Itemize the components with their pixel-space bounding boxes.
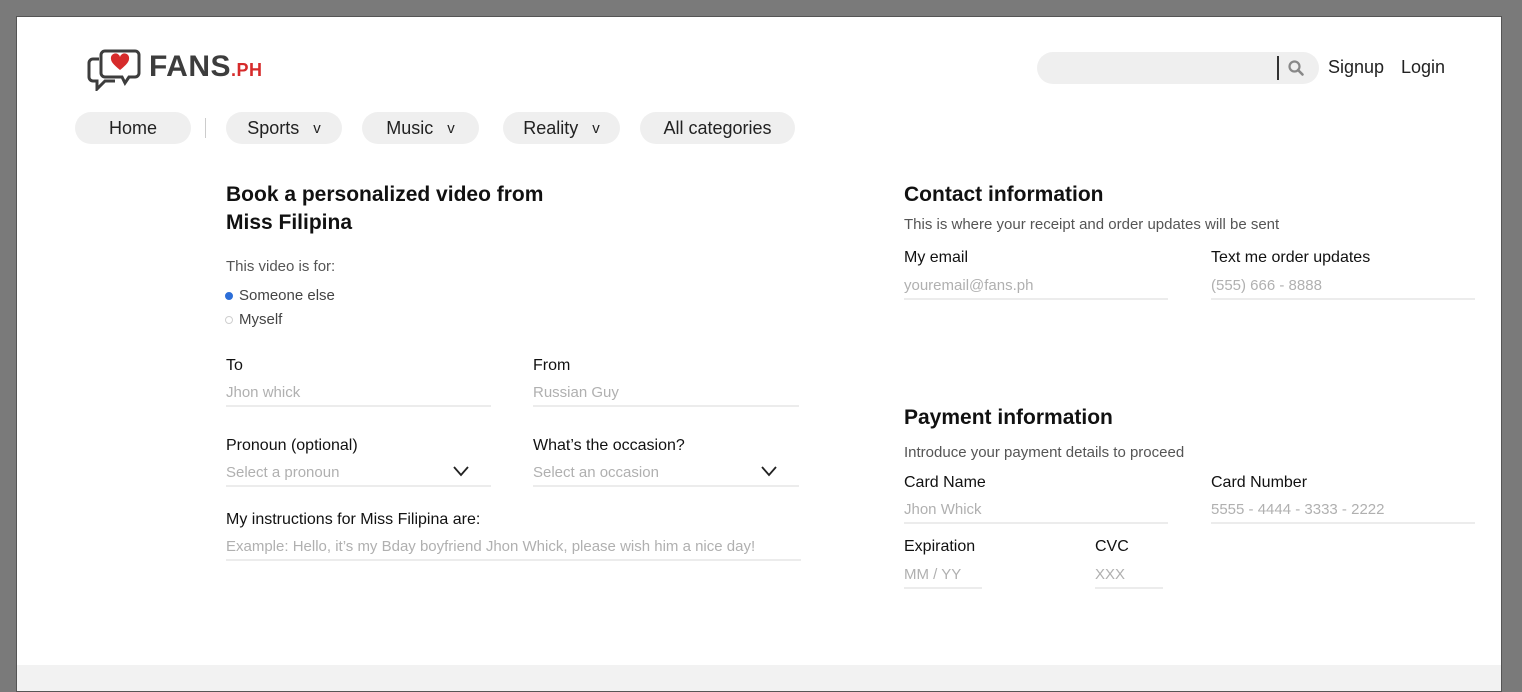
instructions-input[interactable]	[226, 535, 801, 557]
nav-music[interactable]: Music v	[362, 112, 479, 144]
video-for-label: This video is for:	[226, 258, 336, 275]
expiration-input[interactable]	[904, 563, 982, 585]
from-input[interactable]	[533, 381, 799, 403]
nav-reality[interactable]: Reality v	[503, 112, 620, 144]
card-number-input[interactable]	[1211, 498, 1475, 520]
radio-someone-else-label: Someone else	[239, 287, 335, 304]
nav-home[interactable]: Home	[75, 112, 191, 144]
occasion-input[interactable]	[533, 461, 799, 483]
chevron-down-icon: v	[592, 119, 600, 137]
radio-selected-icon[interactable]	[225, 291, 233, 300]
pronoun-select[interactable]	[226, 461, 491, 487]
brand-suffix: .PH	[231, 60, 263, 80]
nav-all-label: All categories	[663, 117, 772, 138]
to-input[interactable]	[226, 381, 491, 403]
nav-home-label: Home	[108, 117, 157, 138]
booking-title-line1: Book a personalized video from	[226, 183, 544, 206]
search-bar[interactable]	[1037, 52, 1319, 84]
chat-heart-icon	[87, 49, 141, 91]
card-name-field	[904, 498, 1168, 524]
phone-input[interactable]	[1211, 274, 1475, 296]
cvc-input[interactable]	[1095, 563, 1163, 585]
chevron-down-icon: v	[313, 119, 321, 137]
signup-link[interactable]: Signup	[1328, 57, 1384, 78]
instructions-field	[226, 535, 801, 561]
contact-subtitle: This is where your receipt and order upd…	[904, 216, 1280, 233]
phone-field	[1211, 274, 1475, 300]
search-icon[interactable]	[1287, 59, 1305, 77]
expiration-field	[904, 563, 982, 589]
email-input[interactable]	[904, 274, 1168, 296]
expiration-label: Expiration	[904, 538, 976, 555]
contact-title: Contact information	[904, 183, 1104, 206]
radio-unselected-icon[interactable]	[225, 315, 233, 324]
radio-myself[interactable]: Myself	[225, 311, 282, 328]
occasion-select[interactable]	[533, 461, 799, 487]
nav-sports-label: Sports	[247, 117, 300, 138]
search-divider	[1277, 56, 1279, 80]
to-label: To	[226, 357, 243, 374]
chevron-down-icon[interactable]	[761, 465, 777, 477]
nav-reality-label: Reality	[523, 117, 579, 138]
to-field	[226, 381, 491, 407]
from-label: From	[533, 357, 571, 374]
pronoun-input[interactable]	[226, 461, 491, 483]
nav-sports[interactable]: Sports v	[226, 112, 342, 144]
email-label: My email	[904, 249, 969, 266]
chevron-down-icon[interactable]	[453, 465, 469, 477]
card-name-input[interactable]	[904, 498, 1168, 520]
instructions-label: My instructions for Miss Filipina are:	[226, 511, 481, 528]
pronoun-label: Pronoun (optional)	[226, 437, 358, 454]
from-field	[533, 381, 799, 407]
booking-title: Book a personalized video from Miss Fili…	[226, 181, 543, 237]
card-number-field	[1211, 498, 1475, 524]
nav-all-categories[interactable]: All categories	[640, 112, 795, 144]
brand-logo[interactable]: FANS.PH	[85, 43, 263, 91]
phone-label: Text me order updates	[1211, 249, 1371, 266]
nav-music-label: Music	[386, 117, 434, 138]
email-field	[904, 274, 1168, 300]
cvc-field	[1095, 563, 1163, 589]
cvc-label: CVC	[1095, 538, 1129, 555]
chevron-down-icon: v	[447, 119, 455, 137]
nav-divider	[205, 118, 206, 138]
page: FANS.PH Signup Login Home Sports v Music v…	[16, 16, 1502, 692]
booking-title-line2: Miss Filipina	[226, 211, 353, 234]
brand-name: FANS.PH	[149, 50, 263, 83]
radio-someone-else[interactable]: Someone else	[225, 287, 335, 304]
footer	[17, 665, 1501, 691]
radio-myself-label: Myself	[239, 311, 283, 328]
payment-title: Payment information	[904, 406, 1113, 429]
payment-subtitle: Introduce your payment details to procee…	[904, 444, 1185, 461]
card-name-label: Card Name	[904, 474, 986, 491]
card-number-label: Card Number	[1211, 474, 1308, 491]
login-link[interactable]: Login	[1401, 57, 1445, 78]
occasion-label: What’s the occasion?	[533, 437, 685, 454]
